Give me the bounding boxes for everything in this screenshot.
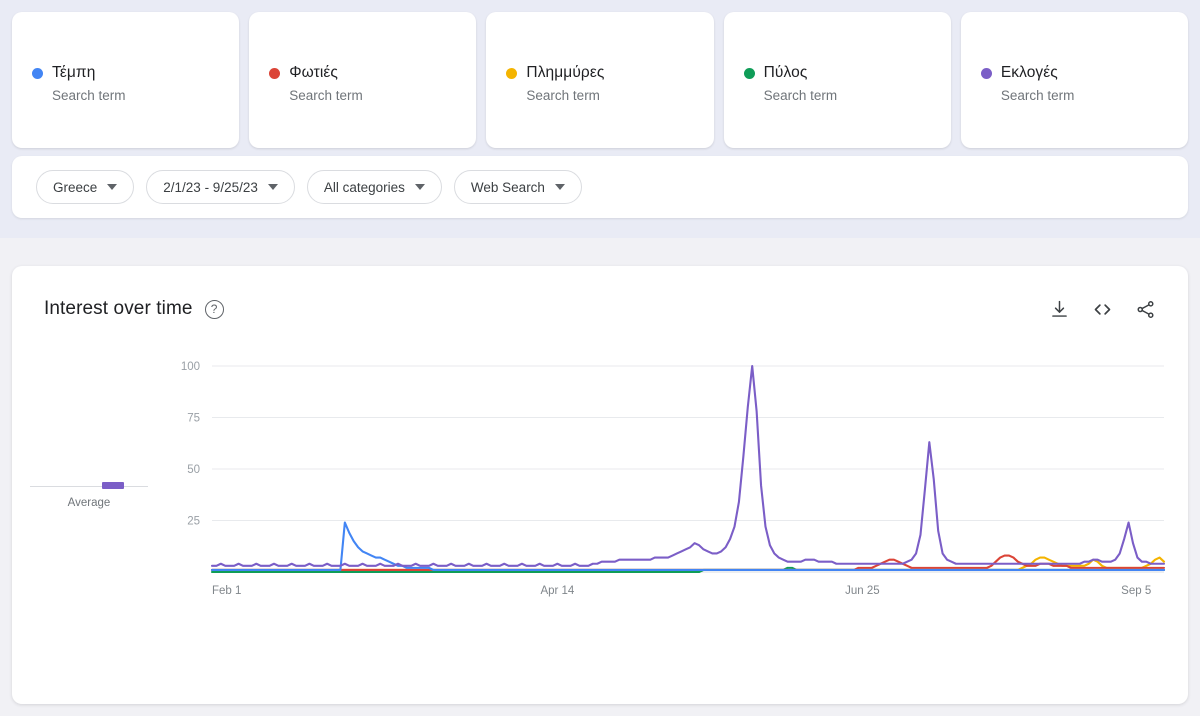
term-color-dot bbox=[32, 67, 43, 79]
category-filter-label: All categories bbox=[323, 179, 405, 195]
search-type-filter[interactable]: Web Search bbox=[453, 170, 582, 204]
svg-text:Feb 1: Feb 1 bbox=[212, 585, 241, 597]
average-marker bbox=[102, 482, 124, 489]
panel-title-wrap: Interest over time ? bbox=[44, 298, 224, 320]
svg-text:Apr 14: Apr 14 bbox=[540, 585, 574, 597]
series-line bbox=[210, 364, 1166, 567]
share-icon[interactable] bbox=[1135, 299, 1156, 320]
svg-text:Sep 5: Sep 5 bbox=[1121, 585, 1151, 597]
region-filter[interactable]: Greece bbox=[36, 170, 135, 204]
google-trends-page: Τέμπη Search term Φωτιές Search term Πλη… bbox=[0, 0, 1200, 716]
average-panel: Average bbox=[30, 482, 158, 509]
help-icon[interactable]: ? bbox=[204, 299, 224, 319]
term-subtitle: Search term bbox=[52, 88, 126, 103]
search-terms-row: Τέμπη Search term Φωτιές Search term Πλη… bbox=[12, 12, 1189, 148]
term-subtitle: Search term bbox=[289, 88, 363, 103]
search-term-card-2[interactable]: Φωτιές Search term bbox=[249, 12, 477, 148]
term-subtitle: Search term bbox=[763, 88, 838, 103]
embed-code-icon[interactable] bbox=[1092, 299, 1113, 320]
term-header: Εκλογές bbox=[980, 64, 1188, 82]
download-icon[interactable] bbox=[1049, 299, 1070, 320]
term-name: Πύλος bbox=[763, 64, 808, 81]
term-name: Εκλογές bbox=[1000, 64, 1058, 81]
search-term-card-5[interactable]: Εκλογές Search term bbox=[960, 12, 1189, 148]
svg-text:100: 100 bbox=[181, 361, 200, 373]
term-color-dot bbox=[743, 67, 755, 79]
filter-bar: Greece 2/1/23 - 9/25/23 All categories W… bbox=[12, 156, 1188, 218]
term-color-dot bbox=[980, 67, 992, 79]
svg-text:75: 75 bbox=[187, 413, 200, 425]
average-label: Average bbox=[67, 497, 111, 509]
svg-text:Jun 25: Jun 25 bbox=[845, 585, 880, 597]
term-header: Πύλος bbox=[743, 64, 951, 82]
search-term-card-4[interactable]: Πύλος Search term bbox=[723, 12, 951, 148]
date-range-filter-label: 2/1/23 - 9/25/23 bbox=[163, 179, 258, 195]
term-header: Τέμπη bbox=[32, 64, 239, 82]
chevron-down-icon bbox=[107, 184, 118, 190]
chevron-down-icon bbox=[414, 184, 425, 190]
page-title: Interest over time bbox=[44, 298, 193, 319]
chart-svg: 25 50 75 100 Feb 1 Apr 14 Jun 25 Sep 5 bbox=[181, 361, 1166, 597]
term-subtitle: Search term bbox=[526, 88, 600, 103]
term-name: Τέμπη bbox=[52, 64, 96, 81]
panel-actions bbox=[1049, 299, 1156, 320]
chart-body: Average 25 50 75 100 Feb 1 Apr 14 Jun 25 Sep 5 bbox=[12, 358, 1188, 608]
term-name: Φωτιές bbox=[289, 64, 338, 81]
term-header: Φωτιές bbox=[269, 64, 476, 82]
search-term-card-3[interactable]: Πλημμύρες Search term bbox=[486, 12, 714, 148]
chevron-down-icon bbox=[267, 184, 278, 190]
region-filter-label: Greece bbox=[53, 179, 98, 195]
term-color-dot bbox=[269, 67, 281, 79]
average-axis-line bbox=[30, 482, 148, 489]
svg-text:50: 50 bbox=[187, 464, 200, 476]
term-name: Πλημμύρες bbox=[526, 64, 605, 81]
date-range-filter[interactable]: 2/1/23 - 9/25/23 bbox=[146, 170, 295, 204]
term-subtitle: Search term bbox=[1000, 88, 1075, 103]
interest-over-time-chart[interactable]: 25 50 75 100 Feb 1 Apr 14 Jun 25 Sep 5 bbox=[162, 358, 1172, 608]
panel-header: Interest over time ? bbox=[44, 298, 1156, 320]
search-term-card-1[interactable]: Τέμπη Search term bbox=[12, 12, 240, 148]
term-header: Πλημμύρες bbox=[506, 64, 713, 82]
interest-over-time-panel: Interest over time ? Average 25 50 75 10… bbox=[12, 266, 1188, 704]
search-type-filter-label: Web Search bbox=[470, 179, 545, 195]
term-color-dot bbox=[506, 67, 518, 79]
category-filter[interactable]: All categories bbox=[306, 170, 442, 204]
chevron-down-icon bbox=[554, 184, 565, 190]
svg-text:25: 25 bbox=[187, 516, 200, 528]
